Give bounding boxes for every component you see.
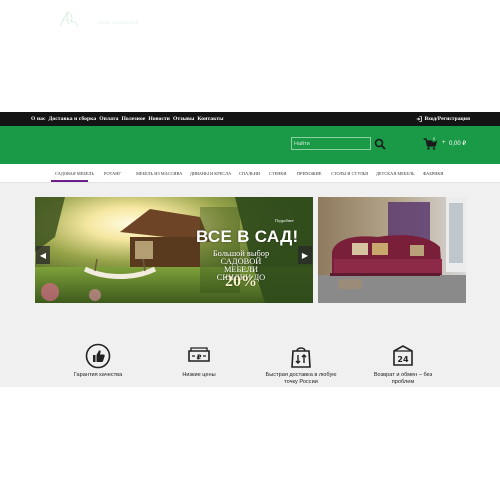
feature-fast-delivery-label: Быстрая доставка в любую точку России <box>265 372 337 385</box>
thumbs-up-icon <box>85 343 111 369</box>
feature-low-prices[interactable]: ₽ Низкие цены <box>159 343 239 379</box>
top-bar: О нас Доставка и сборка Оплата Полезное … <box>0 112 500 126</box>
cart-total[interactable]: 0,00 ₽ <box>449 140 466 147</box>
top-nav-useful[interactable]: Полезное <box>121 116 145 122</box>
feature-fast-delivery[interactable]: Быстрая доставка в любую точку России <box>261 343 341 386</box>
phone-2[interactable]: 8 (918) 078-23-70 <box>193 19 254 28</box>
brand[interactable]: ХОРОШАЯ МЕБЕЛЬ Анны Хорошковой <box>84 11 165 26</box>
login-link[interactable]: Вход/Регистрация <box>416 116 470 122</box>
banner-title: ВСЕ В САД! <box>196 227 299 246</box>
category-hallways[interactable]: ПРИХОЖИЕ <box>297 171 321 176</box>
feature-returns[interactable]: 24 Возврат и обмен – без проблем <box>363 343 443 386</box>
price-tag-icon: ₽ <box>188 347 210 362</box>
category-garden[interactable]: САДОВАЯ МЕБЕЛЬ <box>55 171 94 176</box>
slider-prev-button[interactable]: ◀ <box>36 246 50 264</box>
feature-quality[interactable]: Гарантия качества <box>58 343 138 379</box>
delivery-bag-icon <box>291 347 311 368</box>
cart-separator: + <box>442 140 446 146</box>
category-bedrooms[interactable]: СПАЛЬНИ <box>239 171 260 176</box>
search-icon[interactable] <box>374 138 386 150</box>
slider-next-button[interactable]: ▶ <box>298 246 312 264</box>
brand-name: ХОРОШАЯ МЕБЕЛЬ <box>84 11 166 21</box>
brand-subtitle: Анны Хорошковой <box>98 21 139 26</box>
sofa-promo-image <box>318 197 466 303</box>
category-wall-units[interactable]: СТЕНКИ <box>269 171 287 176</box>
feature-quality-label: Гарантия качества <box>73 372 123 378</box>
page: О нас Доставка и сборка Оплата Полезное … <box>0 0 500 500</box>
feature-returns-label: Возврат и обмен – без проблем <box>373 372 433 385</box>
top-nav-about[interactable]: О нас <box>31 116 46 122</box>
brand-logo-icon[interactable] <box>57 9 81 29</box>
feature-low-prices-label: Низкие цены <box>182 372 216 378</box>
category-solid-wood[interactable]: МЕБЕЛЬ ИЗ МАССИВА <box>136 171 182 176</box>
svg-text:₽: ₽ <box>197 353 202 361</box>
cart-count-badge: 0 <box>431 136 437 142</box>
promo-banner[interactable] <box>318 197 466 303</box>
login-icon <box>417 116 423 122</box>
top-nav-payment[interactable]: Оплата <box>99 116 118 122</box>
chevron-right-icon: ▶ <box>301 250 309 260</box>
category-tables-chairs[interactable]: СТОЛЫ И СТУЛЬЯ <box>331 171 368 176</box>
top-nav-news[interactable]: Новости <box>148 116 170 122</box>
category-sofas[interactable]: ДИВАНЫ И КРЕСЛА <box>190 171 231 176</box>
active-category-indicator <box>51 180 88 182</box>
phone-1[interactable]: 8 (965) 466-96-26 <box>193 10 254 19</box>
return-24-icon: 24 <box>393 345 413 366</box>
phones: 8 (965) 466-96-26 8 (918) 078-23-70 <box>193 10 254 28</box>
banner-discount: 20% <box>225 273 257 290</box>
top-nav: О нас Доставка и сборка Оплата Полезное … <box>31 116 224 122</box>
category-rattan[interactable]: РОТАНГ <box>104 171 121 176</box>
banner-more-link[interactable]: Подробнее <box>275 218 294 223</box>
search-input[interactable]: Найти <box>291 137 371 150</box>
category-factories[interactable]: ФАБРИКИ <box>423 171 444 176</box>
login-label: Вход/Регистрация <box>424 116 470 122</box>
top-nav-contacts[interactable]: Контакты <box>197 116 223 122</box>
category-kids[interactable]: ДЕТСКАЯ МЕБЕЛЬ <box>376 171 415 176</box>
top-nav-delivery[interactable]: Доставка и сборка <box>49 116 97 122</box>
top-nav-reviews[interactable]: Отзывы <box>173 116 194 122</box>
chevron-left-icon: ◀ <box>39 250 47 260</box>
svg-text:24: 24 <box>397 355 409 364</box>
